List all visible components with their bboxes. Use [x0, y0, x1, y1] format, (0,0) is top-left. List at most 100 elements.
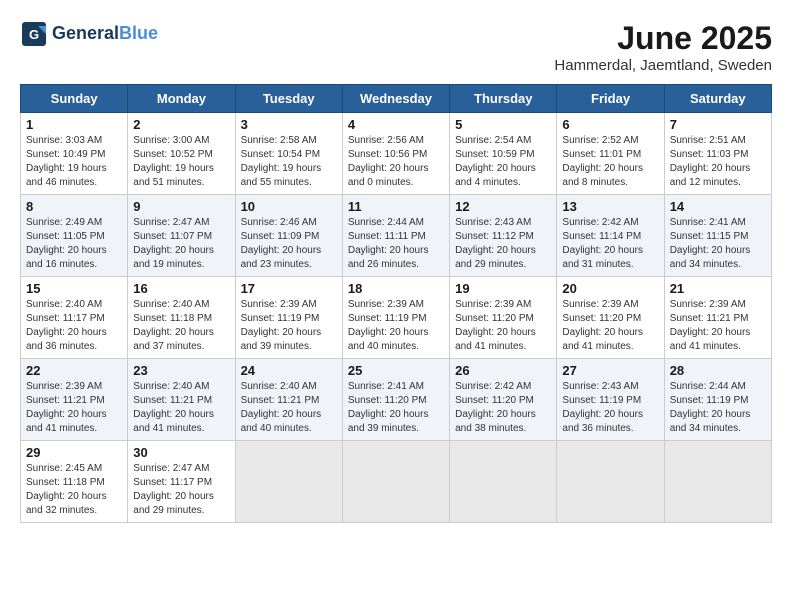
calendar-cell: 17 Sunrise: 2:39 AMSunset: 11:19 PMDaylig…: [235, 277, 342, 359]
day-info: Sunrise: 2:41 AMSunset: 11:15 PMDaylight…: [670, 216, 766, 272]
day-info: Sunrise: 2:46 AMSunset: 11:09 PMDaylight…: [241, 216, 337, 272]
calendar-cell: 11 Sunrise: 2:44 AMSunset: 11:11 PMDaylig…: [342, 195, 449, 277]
month-year: June 2025: [554, 20, 772, 57]
weekday-friday: Friday: [557, 85, 664, 113]
day-number: 3: [241, 117, 337, 132]
logo-text: GeneralBlue: [52, 24, 158, 44]
day-number: 7: [670, 117, 766, 132]
calendar-cell: 28Sunrise: 2:44 AMSunset: 11:19 PMDaylig…: [664, 359, 771, 441]
day-number: 16: [133, 281, 229, 296]
day-info: Sunrise: 2:43 AMSunset: 11:19 PMDaylight…: [562, 380, 658, 436]
day-number: 26: [455, 363, 551, 378]
weekday-thursday: Thursday: [450, 85, 557, 113]
day-info: Sunrise: 2:39 AMSunset: 11:19 PMDaylight…: [348, 298, 444, 354]
calendar-cell: 6Sunrise: 2:52 AMSunset: 11:01 PMDayligh…: [557, 113, 664, 195]
day-number: 18: [348, 281, 444, 296]
day-info: Sunrise: 2:40 AMSunset: 11:21 PMDaylight…: [241, 380, 337, 436]
day-number: 23: [133, 363, 229, 378]
day-info: Sunrise: 2:42 AMSunset: 11:20 PMDaylight…: [455, 380, 551, 436]
day-number: 11: [348, 199, 444, 214]
day-number: 17: [241, 281, 337, 296]
day-info: Sunrise: 2:49 AMSunset: 11:05 PMDaylight…: [26, 216, 122, 272]
calendar-table: Sunday Monday Tuesday Wednesday Thursday…: [20, 84, 772, 523]
day-info: Sunrise: 2:51 AMSunset: 11:03 PMDaylight…: [670, 134, 766, 190]
day-info: Sunrise: 2:41 AMSunset: 11:20 PMDaylight…: [348, 380, 444, 436]
calendar-cell: 21 Sunrise: 2:39 AMSunset: 11:21 PMDaylig…: [664, 277, 771, 359]
day-number: 20: [562, 281, 658, 296]
calendar-cell: 10 Sunrise: 2:46 AMSunset: 11:09 PMDaylig…: [235, 195, 342, 277]
calendar-cell: 5 Sunrise: 2:54 AMSunset: 10:59 PMDayligh…: [450, 113, 557, 195]
day-info: Sunrise: 2:40 AMSunset: 11:18 PMDaylight…: [133, 298, 229, 354]
day-number: 9: [133, 199, 229, 214]
calendar-cell: 13 Sunrise: 2:42 AMSunset: 11:14 PMDaylig…: [557, 195, 664, 277]
day-number: 8: [26, 199, 122, 214]
calendar-cell: 3Sunrise: 2:58 AMSunset: 10:54 PMDayligh…: [235, 113, 342, 195]
calendar-cell: 2 Sunrise: 3:00 AMSunset: 10:52 PMDayligh…: [128, 113, 235, 195]
calendar-cell: 7 Sunrise: 2:51 AMSunset: 11:03 PMDayligh…: [664, 113, 771, 195]
day-number: 1: [26, 117, 122, 132]
day-number: 12: [455, 199, 551, 214]
calendar-cell: [342, 441, 449, 523]
day-info: Sunrise: 2:54 AMSunset: 10:59 PMDaylight…: [455, 134, 551, 190]
calendar-cell: 29 Sunrise: 2:45 AMSunset: 11:18 PMDaylig…: [21, 441, 128, 523]
calendar-cell: 24 Sunrise: 2:40 AMSunset: 11:21 PMDaylig…: [235, 359, 342, 441]
day-number: 13: [562, 199, 658, 214]
logo: G GeneralBlue: [20, 20, 158, 48]
day-info: Sunrise: 2:56 AMSunset: 10:56 PMDaylight…: [348, 134, 444, 190]
day-number: 6: [562, 117, 658, 132]
calendar-cell: 18 Sunrise: 2:39 AMSunset: 11:19 PMDaylig…: [342, 277, 449, 359]
calendar-cell: 8 Sunrise: 2:49 AMSunset: 11:05 PMDayligh…: [21, 195, 128, 277]
day-info: Sunrise: 2:39 AMSunset: 11:20 PMDaylight…: [562, 298, 658, 354]
day-info: Sunrise: 2:39 AMSunset: 11:20 PMDaylight…: [455, 298, 551, 354]
weekday-monday: Monday: [128, 85, 235, 113]
day-number: 2: [133, 117, 229, 132]
day-info: Sunrise: 2:47 AMSunset: 11:07 PMDaylight…: [133, 216, 229, 272]
day-info: Sunrise: 2:39 AMSunset: 11:21 PMDaylight…: [670, 298, 766, 354]
calendar-cell: 26 Sunrise: 2:42 AMSunset: 11:20 PMDaylig…: [450, 359, 557, 441]
day-number: 27: [562, 363, 658, 378]
weekday-wednesday: Wednesday: [342, 85, 449, 113]
logo-icon: G: [20, 20, 48, 48]
calendar-body: 1Sunrise: 3:03 AMSunset: 10:49 PMDayligh…: [21, 113, 772, 523]
weekday-tuesday: Tuesday: [235, 85, 342, 113]
calendar-cell: 16 Sunrise: 2:40 AMSunset: 11:18 PMDaylig…: [128, 277, 235, 359]
day-info: Sunrise: 2:42 AMSunset: 11:14 PMDaylight…: [562, 216, 658, 272]
title-block: June 2025 Hammerdal, Jaemtland, Sweden: [554, 20, 772, 74]
weekday-saturday: Saturday: [664, 85, 771, 113]
day-info: Sunrise: 3:00 AMSunset: 10:52 PMDaylight…: [133, 134, 229, 190]
calendar-cell: [664, 441, 771, 523]
day-number: 30: [133, 445, 229, 460]
day-info: Sunrise: 2:44 AMSunset: 11:11 PMDaylight…: [348, 216, 444, 272]
calendar-cell: 15Sunrise: 2:40 AMSunset: 11:17 PMDaylig…: [21, 277, 128, 359]
calendar-header: Sunday Monday Tuesday Wednesday Thursday…: [21, 85, 772, 113]
weekday-sunday: Sunday: [21, 85, 128, 113]
day-info: Sunrise: 2:40 AMSunset: 11:21 PMDaylight…: [133, 380, 229, 436]
day-number: 29: [26, 445, 122, 460]
day-info: Sunrise: 2:45 AMSunset: 11:18 PMDaylight…: [26, 462, 122, 518]
day-info: Sunrise: 2:47 AMSunset: 11:17 PMDaylight…: [133, 462, 229, 518]
calendar-cell: 14 Sunrise: 2:41 AMSunset: 11:15 PMDaylig…: [664, 195, 771, 277]
day-number: 24: [241, 363, 337, 378]
calendar-cell: 20 Sunrise: 2:39 AMSunset: 11:20 PMDaylig…: [557, 277, 664, 359]
day-info: Sunrise: 2:44 AMSunset: 11:19 PMDaylight…: [670, 380, 766, 436]
calendar-cell: 1Sunrise: 3:03 AMSunset: 10:49 PMDayligh…: [21, 113, 128, 195]
calendar-cell: 4 Sunrise: 2:56 AMSunset: 10:56 PMDayligh…: [342, 113, 449, 195]
calendar-cell: [450, 441, 557, 523]
day-number: 5: [455, 117, 551, 132]
day-info: Sunrise: 2:39 AMSunset: 11:21 PMDaylight…: [26, 380, 122, 436]
day-info: Sunrise: 2:43 AMSunset: 11:12 PMDaylight…: [455, 216, 551, 272]
day-number: 21: [670, 281, 766, 296]
calendar-cell: 25Sunrise: 2:41 AMSunset: 11:20 PMDaylig…: [342, 359, 449, 441]
location: Hammerdal, Jaemtland, Sweden: [554, 57, 772, 74]
calendar-cell: 30 Sunrise: 2:47 AMSunset: 11:17 PMDaylig…: [128, 441, 235, 523]
calendar-cell: [557, 441, 664, 523]
day-number: 10: [241, 199, 337, 214]
day-number: 22: [26, 363, 122, 378]
calendar-cell: 12 Sunrise: 2:43 AMSunset: 11:12 PMDaylig…: [450, 195, 557, 277]
calendar-cell: 19Sunrise: 2:39 AMSunset: 11:20 PMDaylig…: [450, 277, 557, 359]
page-header: G GeneralBlue June 2025 Hammerdal, Jaemt…: [20, 20, 772, 74]
day-number: 14: [670, 199, 766, 214]
calendar-cell: 9 Sunrise: 2:47 AMSunset: 11:07 PMDayligh…: [128, 195, 235, 277]
day-info: Sunrise: 2:39 AMSunset: 11:19 PMDaylight…: [241, 298, 337, 354]
day-number: 4: [348, 117, 444, 132]
